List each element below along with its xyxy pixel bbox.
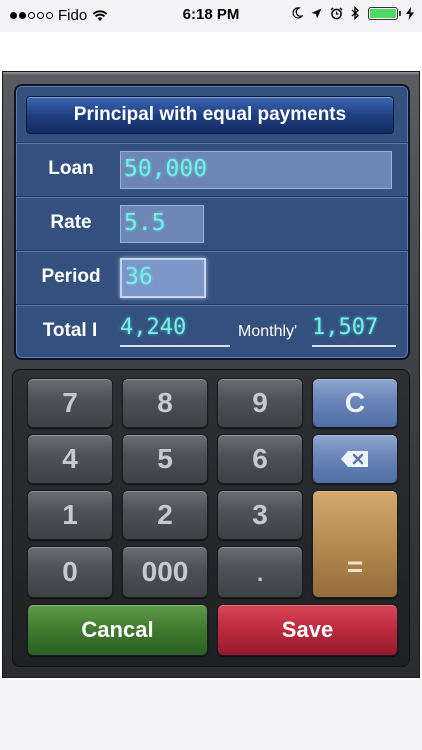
- total-interest-value: 4,240: [120, 315, 230, 347]
- battery-icon: [368, 6, 401, 20]
- monthly-label: Monthly': [238, 323, 298, 340]
- key-7[interactable]: 7: [27, 378, 113, 428]
- total-interest-label: Total I: [42, 320, 98, 341]
- loan-field[interactable]: 50,000: [120, 151, 392, 189]
- clear-button[interactable]: C: [312, 378, 398, 428]
- calculator-title: Principal with equal payments: [26, 96, 394, 134]
- rate-field[interactable]: 5.5: [120, 205, 204, 243]
- equals-button[interactable]: =: [312, 490, 398, 598]
- backspace-button[interactable]: [312, 434, 398, 484]
- period-row: Period 36: [16, 250, 408, 305]
- key-0[interactable]: 0: [27, 546, 113, 598]
- charging-icon: [406, 6, 414, 20]
- bottom-area: [0, 680, 422, 750]
- key-5[interactable]: 5: [122, 434, 208, 484]
- moon-icon: [292, 7, 303, 19]
- key-decimal-point[interactable]: .: [217, 546, 303, 598]
- rate-label: Rate: [50, 212, 92, 233]
- backspace-icon: [341, 451, 368, 467]
- location-icon: [311, 8, 322, 18]
- period-field[interactable]: 36: [120, 258, 206, 298]
- monthly-payment-value: 1,507: [312, 315, 396, 347]
- alarm-icon: [330, 6, 343, 19]
- status-bar: Fido 6:18 PM: [0, 0, 422, 32]
- calculator-frame: Principal with equal payments Loan 50,00…: [2, 71, 420, 678]
- result-row: Total I 4,240 Monthly' 1,507: [16, 304, 408, 359]
- save-button[interactable]: Save: [217, 604, 398, 656]
- loan-label: Loan: [48, 158, 94, 179]
- period-label: Period: [41, 266, 101, 287]
- key-1[interactable]: 1: [27, 490, 113, 540]
- key-000[interactable]: 000: [122, 546, 208, 598]
- rate-row: Rate 5.5: [16, 196, 408, 251]
- key-2[interactable]: 2: [122, 490, 208, 540]
- cancel-button[interactable]: Cancal: [27, 604, 208, 656]
- keypad: 7 8 9 C 4 5 6 1 2 3 = 0 000 . Cancal Sav…: [12, 369, 410, 667]
- key-3[interactable]: 3: [217, 490, 303, 540]
- key-8[interactable]: 8: [122, 378, 208, 428]
- key-9[interactable]: 9: [217, 378, 303, 428]
- calculator-panel: Principal with equal payments Loan 50,00…: [14, 84, 410, 360]
- key-4[interactable]: 4: [27, 434, 113, 484]
- status-icons: [291, 6, 414, 20]
- bluetooth-icon: [351, 6, 359, 20]
- loan-row: Loan 50,000: [16, 142, 408, 197]
- key-6[interactable]: 6: [217, 434, 303, 484]
